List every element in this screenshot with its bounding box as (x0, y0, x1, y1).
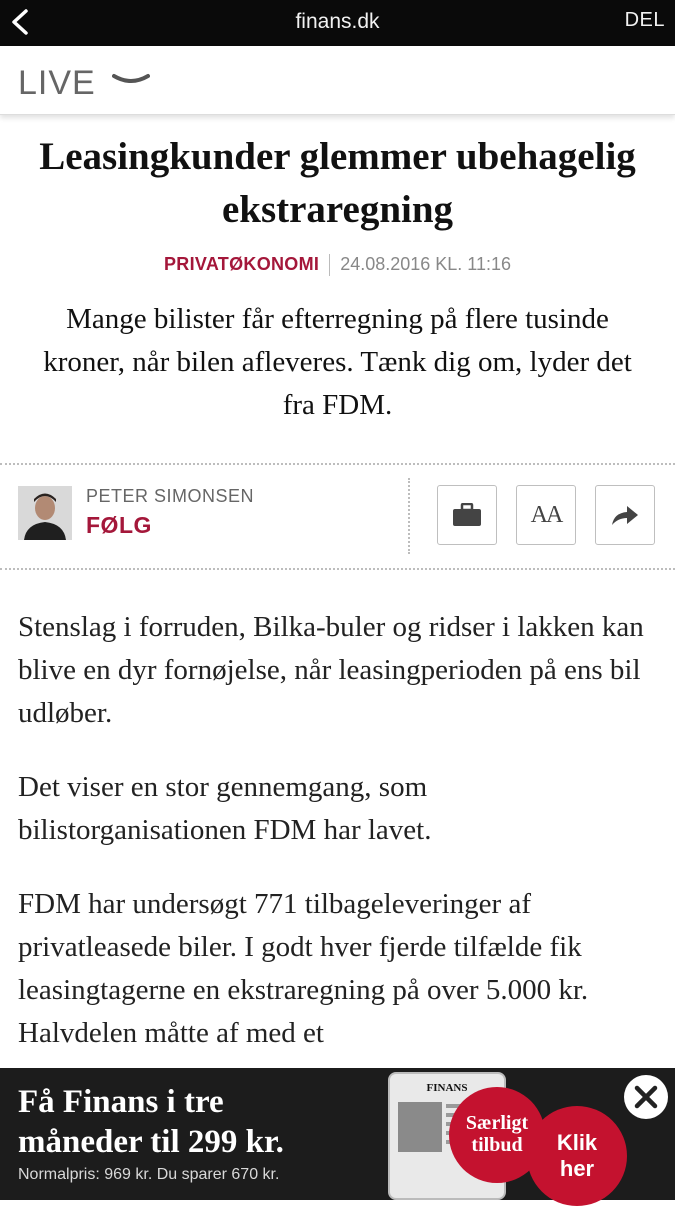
paragraph: Stenslag i forruden, Bilka-buler og rids… (18, 611, 644, 729)
browser-top-bar: finans.dk DEL (0, 0, 675, 46)
tablet-photo (398, 1102, 442, 1152)
divider (0, 568, 675, 570)
badge-text: her (559, 1156, 595, 1181)
category-link[interactable]: PRIVATØKONOMI (164, 254, 319, 274)
save-article-button[interactable] (437, 485, 497, 545)
share-arrow-icon (612, 506, 638, 525)
article-lead: Mange bilister får efterregning på flere… (43, 303, 632, 421)
ad-title-line: måneder til 299 kr. (18, 1124, 284, 1160)
share-article-button[interactable] (595, 485, 655, 545)
ad-subtitle: Normalpris: 969 kr. Du sparer 670 kr. (18, 1166, 280, 1183)
publish-date: 24.08.2016 KL. 11:16 (340, 254, 512, 274)
font-size-button[interactable]: AA (516, 485, 576, 545)
article-meta: PRIVATØKONOMI 24.08.2016 KL. 11:16 (0, 254, 675, 277)
meta-divider (329, 254, 331, 277)
paragraph: FDM har undersøgt 771 tilbageleveringer … (18, 888, 589, 1049)
badge-text: Klik (556, 1130, 598, 1155)
paragraph: Det viser en stor gennemgang, som bilist… (18, 771, 432, 846)
chevron-down-icon[interactable] (112, 72, 150, 93)
follow-button[interactable]: FØLG (86, 512, 152, 539)
font-size-label: AA (530, 502, 564, 528)
live-dropdown-label[interactable]: LIVE (18, 64, 96, 103)
close-ad-button[interactable] (624, 1075, 668, 1119)
click-here-button[interactable]: Klik her (527, 1106, 627, 1206)
vertical-divider (408, 478, 410, 554)
site-domain: finans.dk (295, 10, 380, 33)
close-icon (634, 1085, 658, 1109)
ad-title: Få Finans i tre måneder til 299 kr. (18, 1082, 284, 1162)
article-body: Stenslag i forruden, Bilka-buler og rids… (18, 606, 658, 1086)
divider (0, 463, 675, 465)
article-headline: Leasingkunder glemmer ubehagelig ekstrar… (39, 135, 636, 231)
briefcase-icon (453, 503, 481, 526)
author-name[interactable]: PETER SIMONSEN (86, 486, 254, 507)
live-header: LIVE (0, 46, 675, 115)
author-avatar[interactable] (18, 486, 72, 540)
ad-title-line: Få Finans i tre (18, 1084, 224, 1120)
share-button[interactable]: DEL (625, 9, 665, 32)
